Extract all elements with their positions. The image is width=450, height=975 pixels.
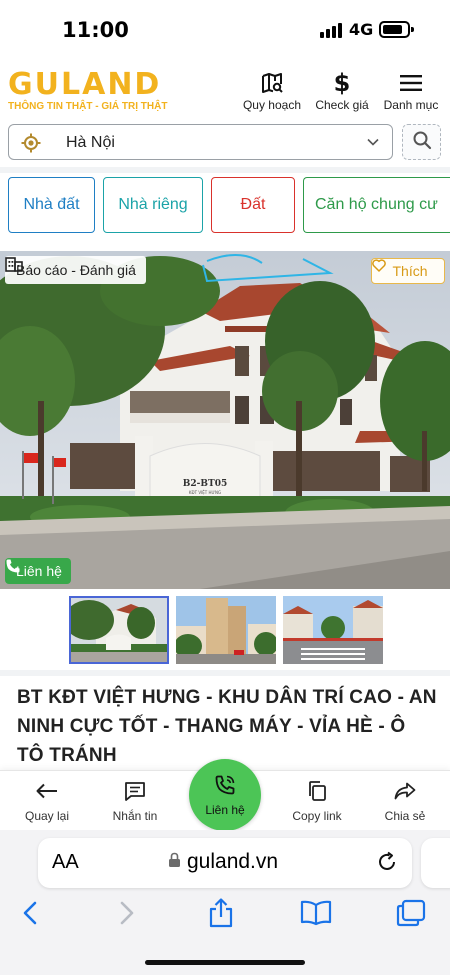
like-label: Thích <box>392 263 428 279</box>
category-can-ho-chung-cu[interactable]: Căn hộ chung cư <box>303 177 450 233</box>
chevron-down-icon <box>366 135 380 154</box>
category-nha-dat[interactable]: Nhà đất <box>8 177 95 233</box>
chevron-right-icon <box>120 901 134 930</box>
status-bar: 11:00 4G <box>0 0 450 62</box>
contact-label: Liên hệ <box>205 802 245 817</box>
thumbnail-apartment-tower[interactable] <box>176 596 276 664</box>
tabs-icon <box>396 899 426 932</box>
gate-sign-sub: KĐT VIỆT HƯNG <box>189 490 221 495</box>
guland-logo[interactable]: GULAND THÔNG TIN THẬT - GIÁ TRỊ THẬT <box>8 67 168 113</box>
like-button[interactable]: Thích <box>371 258 445 284</box>
listing-hero-image[interactable]: B2-BT05 KĐT VIỆT HƯNG Báo cáo - Đánh giá <box>0 251 450 589</box>
phone-call-icon <box>214 774 236 799</box>
share-arrow-icon <box>365 779 445 803</box>
thumbnail-strip <box>0 592 450 670</box>
thumbnail-street-view[interactable] <box>283 596 383 664</box>
menu-icon <box>380 70 442 96</box>
site-header: GULAND THÔNG TIN THẬT - GIÁ TRỊ THẬT Quy… <box>0 62 450 118</box>
nav-label: Check giá <box>315 98 369 112</box>
browser-back-button[interactable] <box>10 898 50 932</box>
listing-title: BT KĐT VIỆT HƯNG - KHU DÂN TRÍ CAO - AN … <box>17 687 437 766</box>
target-location-icon <box>21 133 41 158</box>
battery-icon <box>379 21 414 38</box>
category-nha-rieng[interactable]: Nhà riêng <box>103 177 203 233</box>
share-label: Chia sẻ <box>384 809 426 823</box>
share-icon <box>208 897 234 933</box>
logo-tagline: THÔNG TIN THẬT - GIÁ TRỊ THẬT <box>8 101 168 112</box>
message-button[interactable]: Nhắn tin <box>95 779 175 823</box>
contact-label: Liên hệ <box>16 563 62 579</box>
copy-link-button[interactable]: Copy link <box>277 779 357 823</box>
browser-bookmarks-button[interactable] <box>296 898 336 932</box>
nav-label: Danh mục <box>383 98 439 112</box>
gate-sign-text: B2-BT05 <box>183 479 227 489</box>
home-indicator <box>145 960 305 965</box>
network-label: 4G <box>349 20 374 39</box>
url-text: guland.vn <box>187 850 279 873</box>
reader-aa-button[interactable]: AA <box>52 851 79 874</box>
browser-tabs-button[interactable] <box>391 898 431 932</box>
report-review-label: Báo cáo - Đánh giá <box>16 262 136 278</box>
category-dat[interactable]: Đất <box>211 177 295 233</box>
map-search-icon <box>240 70 304 96</box>
browser-share-button[interactable] <box>201 897 241 933</box>
message-label: Nhắn tin <box>112 809 158 823</box>
search-row: Hà Nội <box>0 122 450 164</box>
arrow-left-icon <box>7 779 87 803</box>
thumbnail-villa-corner[interactable] <box>69 596 169 664</box>
signal-icon <box>320 22 344 38</box>
reload-icon[interactable] <box>376 851 398 878</box>
back-button[interactable]: Quay lại <box>7 779 87 823</box>
dollar-icon: $ <box>333 69 351 97</box>
report-review-badge[interactable]: Báo cáo - Đánh giá <box>5 256 146 284</box>
share-button[interactable]: Chia sẻ <box>365 779 445 823</box>
copy-link-label: Copy link <box>292 809 342 823</box>
chevron-left-icon <box>23 901 37 930</box>
browser-forward-button[interactable] <box>107 898 147 932</box>
category-tabs: Nhà đất Nhà riêng Đất Căn hộ chung cư <box>0 176 450 236</box>
url-display: guland.vn <box>168 850 278 874</box>
villa-photo: B2-BT05 KĐT VIỆT HƯNG <box>0 251 450 589</box>
contact-button[interactable]: Liên hệ <box>189 759 261 831</box>
action-bar: Quay lại Nhắn tin Liên hệ Copy link Chia… <box>0 759 450 831</box>
back-label: Quay lại <box>24 809 70 823</box>
copy-icon <box>277 779 357 803</box>
chat-icon <box>95 779 175 803</box>
nav-label: Quy hoạch <box>242 98 302 112</box>
lock-icon <box>168 850 181 874</box>
aa-label: AA <box>52 851 79 873</box>
divider <box>0 670 450 676</box>
address-bar[interactable]: AA guland.vn <box>38 838 412 888</box>
search-button[interactable] <box>402 124 441 160</box>
nav-quy-hoach[interactable]: Quy hoạch <box>240 70 304 112</box>
location-select[interactable]: Hà Nội <box>8 124 393 160</box>
status-time: 11:00 <box>62 18 129 42</box>
contact-button-small[interactable]: Liên hệ <box>5 558 71 584</box>
divider <box>0 167 450 173</box>
nav-check-gia[interactable]: $ Check giá <box>312 69 372 112</box>
location-value: Hà Nội <box>66 134 115 151</box>
next-tab-peek[interactable] <box>421 838 450 888</box>
book-icon <box>300 900 332 931</box>
logo-text: GULAND <box>8 67 162 102</box>
search-icon <box>412 130 432 155</box>
nav-danh-muc[interactable]: Danh mục <box>380 70 442 112</box>
browser-toolbar: AA guland.vn <box>0 830 450 975</box>
